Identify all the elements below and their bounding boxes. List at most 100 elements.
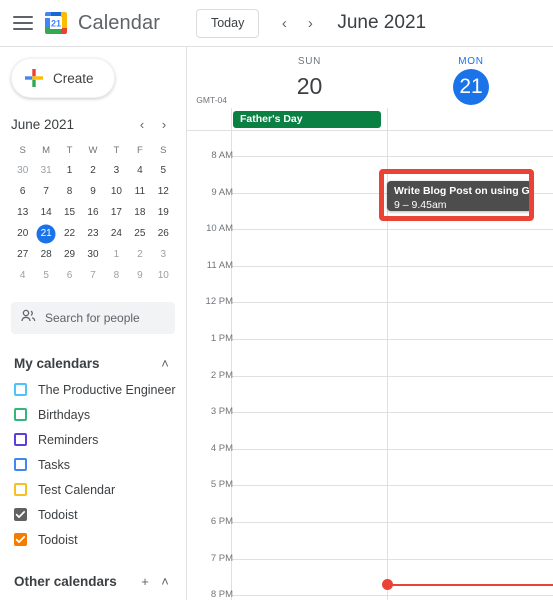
mini-calendar-day[interactable]: 11 [128, 181, 151, 202]
mini-calendar-day[interactable]: 7 [81, 265, 104, 286]
my-calendars-collapse-icon[interactable]: ˄ [155, 353, 175, 373]
mini-calendar-day[interactable]: 8 [58, 181, 81, 202]
mini-calendar-day[interactable]: 3 [105, 160, 128, 181]
mini-calendar-day[interactable]: 8 [105, 265, 128, 286]
my-calendar-item[interactable]: Test Calendar [0, 477, 186, 502]
mini-calendar-day[interactable]: 28 [34, 244, 57, 265]
mini-calendar-day[interactable]: 31 [34, 160, 57, 181]
mini-calendar-day[interactable]: 14 [34, 202, 57, 223]
mini-calendar-day[interactable]: 5 [152, 160, 175, 181]
hour-gridline [231, 375, 553, 377]
calendar-main-view: GMT-04 SUN 20 MON 21 Father's Day 8 AM 9 … [186, 47, 553, 600]
hour-label: 8 AM [211, 150, 233, 161]
hour-label: 10 AM [206, 223, 233, 235]
other-calendars-header[interactable]: Other calendars + ˄ [0, 567, 186, 595]
checkbox-unchecked-icon[interactable] [14, 383, 27, 396]
previous-period-button[interactable]: ‹ [271, 10, 297, 36]
mini-calendar-day[interactable]: 5 [34, 265, 57, 286]
my-calendar-item[interactable]: Todoist [0, 502, 186, 527]
day-header-sun-dow: SUN [297, 56, 322, 67]
mini-calendar-day[interactable]: 17 [105, 202, 128, 223]
my-calendar-label: Todoist [38, 532, 78, 547]
grid-divider-gutter [231, 131, 232, 600]
mini-calendar-day[interactable]: 9 [128, 265, 151, 286]
mini-calendar-day[interactable]: 7 [34, 181, 57, 202]
mini-calendar-day[interactable]: 19 [152, 202, 175, 223]
mini-calendar-day[interactable]: 26 [152, 223, 175, 244]
mini-calendar-day[interactable]: 30 [11, 160, 34, 181]
checkbox-unchecked-icon[interactable] [14, 458, 27, 471]
checkbox-checked-icon[interactable] [14, 508, 27, 521]
day-header-sun[interactable]: SUN 20 [231, 47, 388, 101]
my-calendars-title: My calendars [14, 355, 100, 371]
my-calendar-item[interactable]: The Productive Engineer [0, 377, 186, 402]
checkbox-unchecked-icon[interactable] [14, 433, 27, 446]
mini-calendar-day[interactable]: 3 [152, 244, 175, 265]
checkbox-unchecked-icon[interactable] [14, 408, 27, 421]
mini-calendar-day[interactable]: 10 [152, 265, 175, 286]
search-for-people-input[interactable]: Search for people [11, 302, 175, 334]
allday-divider-mid [387, 108, 388, 130]
other-calendars-collapse-icon[interactable]: ˄ [155, 571, 175, 591]
event-tooltip-time: 9 – 9.45am [394, 199, 447, 211]
mini-calendar-day[interactable]: 16 [81, 202, 104, 223]
mini-calendar-dow: F [136, 145, 143, 156]
create-event-button[interactable]: Create [11, 58, 115, 98]
mini-calendar-dow: S [160, 145, 167, 156]
mini-calendar-day[interactable]: 23 [81, 223, 104, 244]
mini-calendar-day[interactable]: 2 [81, 160, 104, 181]
all-day-row: Father's Day [187, 108, 553, 131]
day-header-mon[interactable]: MON 21 [388, 47, 553, 105]
today-button[interactable]: Today [195, 8, 260, 38]
mini-calendar-day[interactable]: 27 [11, 244, 34, 265]
day-headers: GMT-04 SUN 20 MON 21 [187, 47, 553, 108]
mini-calendar-day[interactable]: 6 [58, 265, 81, 286]
hamburger-menu-icon[interactable] [13, 16, 33, 30]
mini-calendar-day[interactable]: 4 [128, 160, 151, 181]
my-calendar-label: Todoist [38, 507, 78, 522]
mini-calendar-day[interactable]: 2 [128, 244, 151, 265]
current-time-line [387, 584, 553, 586]
mini-calendar-day[interactable]: 22 [58, 223, 81, 244]
mini-calendar-day[interactable]: 18 [128, 202, 151, 223]
mini-calendar-day[interactable]: 4 [11, 265, 34, 286]
mini-calendar-day-selected[interactable]: 21 [34, 223, 57, 244]
my-calendar-item[interactable]: Tasks [0, 452, 186, 477]
mini-calendar-day[interactable]: 1 [105, 244, 128, 265]
hour-gridline [231, 595, 553, 597]
mini-calendar-prev-button[interactable]: ‹ [131, 113, 153, 135]
checkbox-checked-icon[interactable] [14, 533, 27, 546]
my-calendars-header[interactable]: My calendars ˄ [0, 349, 186, 377]
mini-calendar-day[interactable]: 9 [81, 181, 104, 202]
checkbox-unchecked-icon[interactable] [14, 483, 27, 496]
mini-calendar-day[interactable]: 29 [58, 244, 81, 265]
mini-calendar-day[interactable]: 12 [152, 181, 175, 202]
hour-gridline [231, 265, 553, 267]
my-calendar-item[interactable]: Todoist [0, 527, 186, 552]
people-icon [21, 309, 36, 327]
mini-calendar-next-button[interactable]: › [153, 113, 175, 135]
hour-label: 7 PM [210, 552, 233, 564]
other-calendar-item[interactable]: Holidays in United States [0, 595, 186, 600]
mini-calendar-dow: W [88, 145, 98, 156]
mini-calendar-day[interactable]: 1 [58, 160, 81, 181]
mini-calendar-day[interactable]: 13 [11, 202, 34, 223]
mini-calendar-day[interactable]: 6 [11, 181, 34, 202]
my-calendar-item[interactable]: Reminders [0, 427, 186, 452]
event-tooltip: Write Blog Post on using Google 9 – 9.45… [387, 181, 532, 211]
next-period-button[interactable]: › [297, 10, 323, 36]
mini-calendar-day[interactable]: 30 [81, 244, 104, 265]
hour-gridline [231, 302, 553, 304]
my-calendars-list: The Productive Engineer Birthdays Reminder… [0, 377, 186, 552]
hour-gridline [231, 156, 553, 157]
my-calendar-item[interactable]: Birthdays [0, 402, 186, 427]
mini-calendar-day[interactable]: 15 [58, 202, 81, 223]
add-other-calendar-icon[interactable]: + [135, 571, 155, 591]
mini-calendar-day[interactable]: 24 [105, 223, 128, 244]
mini-calendar-day[interactable]: 20 [11, 223, 34, 244]
mini-calendar-day[interactable]: 10 [105, 181, 128, 202]
allday-event-fathers-day[interactable]: Father's Day [233, 111, 381, 128]
mini-calendar-day[interactable]: 25 [128, 223, 151, 244]
top-app-bar: 21 Calendar Today ‹ › June 2021 [0, 0, 553, 47]
mini-calendar-dow: M [42, 145, 51, 156]
